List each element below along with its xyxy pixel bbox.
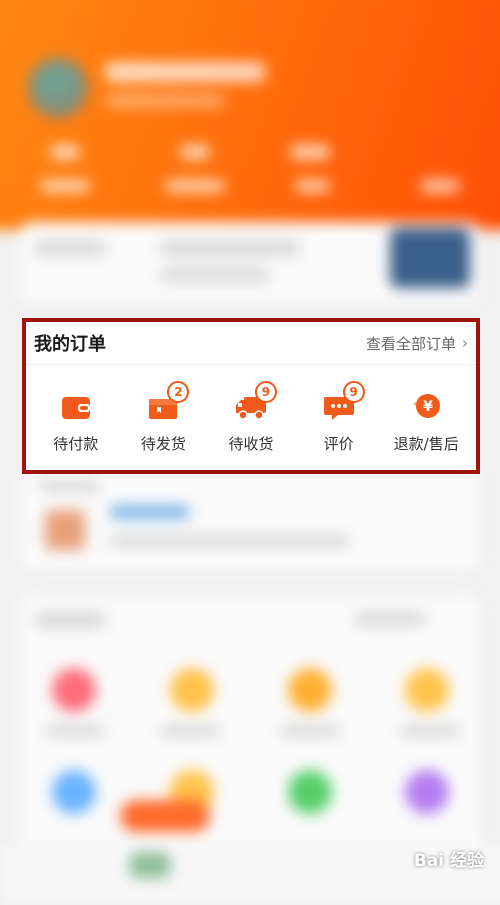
- view-all-orders-link[interactable]: 查看全部订单 ›: [366, 333, 468, 354]
- service-icon-3: [288, 668, 332, 712]
- service-icon-1: [52, 668, 96, 712]
- stat-label-1: [40, 180, 90, 192]
- service-icon-7: [288, 770, 332, 814]
- order-refund-aftersale-label: 退款/售后: [393, 435, 459, 453]
- my-orders-panel: 我的订单 查看全部订单 › 待付款 2 待发货 9 待收货 9 评价 ¥ 退款/…: [22, 318, 480, 474]
- order-pending-payment-label: 待付款: [53, 435, 99, 453]
- svg-text:¥: ¥: [423, 399, 433, 415]
- services-title: [35, 612, 105, 628]
- stat-3: [290, 145, 330, 159]
- order-pending-receipt[interactable]: 9 待收货: [207, 381, 295, 454]
- pending-receipt-badge: 9: [254, 381, 277, 403]
- refund-icon: ¥: [406, 389, 446, 421]
- user-subtitle-placeholder: [105, 95, 225, 107]
- order-status-row: 待付款 2 待发货 9 待收货 9 评价 ¥ 退款/售后: [26, 365, 476, 454]
- service-label-3: [280, 725, 340, 737]
- order-review-label: 评价: [323, 435, 354, 453]
- wallet-icon: [56, 389, 96, 421]
- stat-label-3: [295, 180, 330, 192]
- orders-header: 我的订单 查看全部订单 ›: [26, 322, 476, 365]
- username-placeholder: [105, 62, 265, 82]
- avatar: [28, 58, 88, 118]
- order-review[interactable]: 9 评价: [295, 381, 383, 454]
- order-refund-aftersale[interactable]: ¥ 退款/售后: [382, 389, 470, 454]
- vip-card-button: [390, 228, 470, 288]
- orders-title: 我的订单: [34, 334, 106, 355]
- vip-card-text-2: [160, 240, 300, 256]
- service-icon-5: [52, 770, 96, 814]
- service-icon-2: [170, 668, 214, 712]
- truck-icon: 9: [231, 381, 277, 421]
- stat-label-4: [420, 180, 460, 192]
- logistics-detail: [110, 535, 350, 547]
- view-all-orders-label: 查看全部订单: [365, 334, 456, 353]
- tab-icon: [130, 852, 170, 878]
- order-pending-shipment[interactable]: 2 待发货: [120, 381, 208, 454]
- service-icon-4: [405, 668, 449, 712]
- stat-1: [50, 145, 80, 159]
- review-badge: 9: [342, 381, 365, 403]
- logistics-title: [40, 480, 100, 492]
- order-pending-receipt-label: 待收货: [228, 435, 274, 453]
- service-label-4: [400, 725, 460, 737]
- service-label-2: [160, 725, 220, 737]
- comment-icon: 9: [319, 381, 365, 421]
- vip-card-text-3: [160, 268, 270, 282]
- order-pending-payment[interactable]: 待付款: [32, 389, 120, 454]
- stat-2: [180, 145, 210, 159]
- profile-header-background: [0, 0, 500, 230]
- package-icon: 2: [143, 381, 190, 421]
- order-pending-shipment-label: 待发货: [140, 435, 186, 453]
- pending-shipment-badge: 2: [167, 381, 190, 403]
- service-icon-8: [405, 770, 449, 814]
- service-label-1: [45, 725, 105, 737]
- promo-pill: [120, 800, 210, 832]
- product-thumbnail: [45, 510, 85, 550]
- watermark-logo: Bai 经验: [413, 851, 484, 871]
- services-more: [355, 612, 425, 626]
- vip-card-text: [35, 240, 105, 256]
- chevron-right-icon: ›: [462, 334, 468, 352]
- logistics-status: [110, 505, 190, 519]
- stat-label-2: [165, 180, 225, 192]
